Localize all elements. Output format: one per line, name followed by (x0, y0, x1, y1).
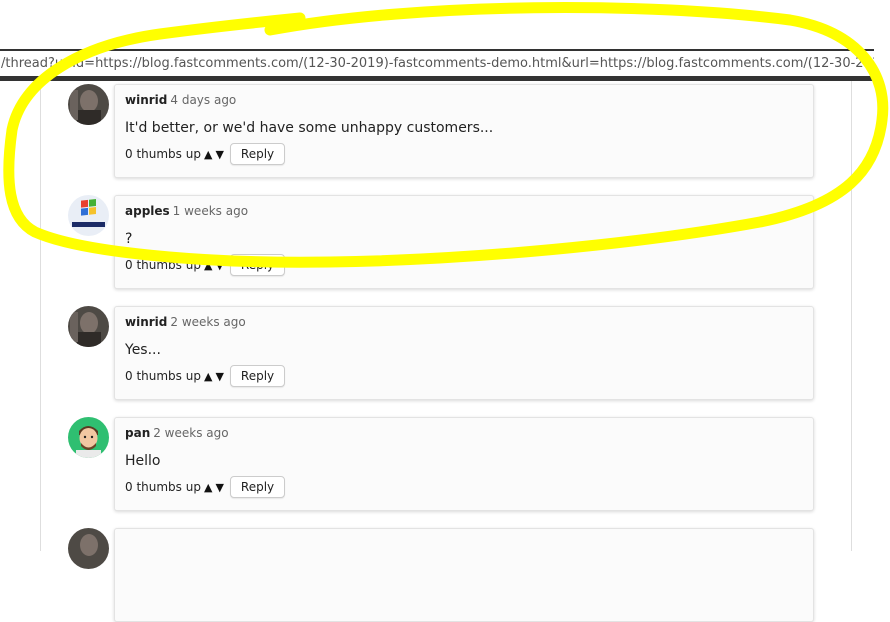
winrid-avatar-icon (68, 528, 109, 569)
downvote-icon[interactable]: ▼ (215, 481, 223, 494)
winrid-avatar-icon (68, 84, 109, 125)
downvote-icon[interactable]: ▼ (215, 370, 223, 383)
avatar[interactable] (68, 195, 109, 236)
comment-author[interactable]: winrid (125, 315, 167, 329)
reply-button[interactable]: Reply (229, 476, 286, 498)
vote-count: 0 thumbs up (125, 258, 201, 272)
reply-button[interactable]: Reply (229, 254, 286, 276)
upvote-icon[interactable]: ▲ (204, 481, 212, 494)
comment-author[interactable]: winrid (125, 93, 167, 107)
reply-button[interactable]: Reply (229, 365, 286, 387)
avatar[interactable] (68, 306, 109, 347)
comment-date[interactable]: 2 weeks ago (153, 426, 228, 440)
upvote-icon[interactable]: ▲ (204, 370, 212, 383)
vote-count: 0 thumbs up (125, 480, 201, 494)
avatar[interactable] (68, 84, 109, 125)
comment-date[interactable]: 2 weeks ago (170, 315, 245, 329)
comment-author[interactable]: pan (125, 426, 150, 440)
comment-text: It'd better, or we'd have some unhappy c… (125, 120, 494, 136)
reply-button[interactable]: Reply (229, 143, 286, 165)
address-bar[interactable]: /thread?urlId=https://blog.fastcomments.… (0, 49, 874, 81)
comment-card: apples 1 weeks ago ? 0 thumbs up ▲ ▼ Repl… (114, 195, 814, 289)
downvote-icon[interactable]: ▼ (215, 259, 223, 272)
downvote-icon[interactable]: ▼ (215, 148, 223, 161)
winrid-avatar-icon (68, 306, 109, 347)
comment-text: Hello (125, 453, 161, 469)
comment-card (114, 528, 814, 622)
comment-text: ? (125, 231, 133, 247)
comment-text: Yes... (125, 342, 161, 358)
comment-date[interactable]: 1 weeks ago (173, 204, 248, 218)
url-text: /thread?urlId=https://blog.fastcomments.… (1, 56, 874, 71)
avatar[interactable] (68, 417, 109, 458)
cartoon-man-avatar-icon (68, 417, 109, 458)
comment-date[interactable]: 4 days ago (170, 93, 236, 107)
comment-author[interactable]: apples (125, 204, 170, 218)
comment-card: winrid 4 days ago It'd better, or we'd ha… (114, 84, 814, 178)
avatar[interactable] (68, 528, 109, 569)
comment-card: pan 2 weeks ago Hello 0 thumbs up ▲ ▼ Rep… (114, 417, 814, 511)
upvote-icon[interactable]: ▲ (204, 148, 212, 161)
vote-count: 0 thumbs up (125, 147, 201, 161)
comment-card: winrid 2 weeks ago Yes... 0 thumbs up ▲ ▼… (114, 306, 814, 400)
vote-count: 0 thumbs up (125, 369, 201, 383)
upvote-icon[interactable]: ▲ (204, 259, 212, 272)
windows-xp-avatar-icon (68, 195, 109, 236)
